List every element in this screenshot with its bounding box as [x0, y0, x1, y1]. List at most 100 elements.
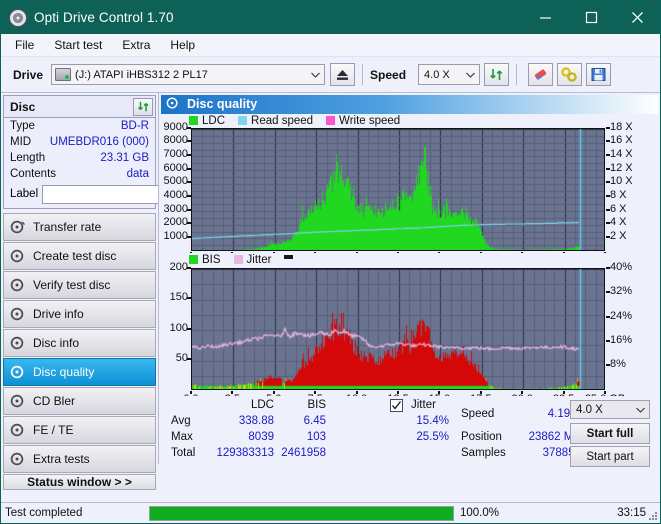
- tools-button[interactable]: [557, 63, 583, 86]
- disc-icon: [10, 393, 26, 409]
- sidebar-item-disc-quality[interactable]: Disc quality: [3, 358, 156, 386]
- y-tick-label: 9000: [163, 120, 188, 133]
- sidebar-item-label: Drive info: [33, 307, 84, 321]
- sidebar-item-fe-te[interactable]: FE / TE: [3, 416, 156, 444]
- speed-select-value: 4.0 X: [424, 68, 450, 81]
- disc-icon: [10, 277, 26, 293]
- legend-swatch-read-speed: [238, 116, 248, 126]
- disc-row-mid: MID UMEBDR016 (000): [4, 134, 155, 150]
- disc-row-length: Length 23.31 GB: [4, 150, 155, 166]
- legend-swatch-write-speed: [326, 116, 336, 126]
- disc-row-length-value: 23.31 GB: [100, 152, 149, 164]
- disc-row-mid-key: MID: [10, 136, 32, 148]
- start-part-button[interactable]: Start part: [570, 446, 650, 468]
- x-tick-mark: [190, 390, 192, 394]
- start-full-button[interactable]: Start full: [570, 423, 650, 445]
- y-tick-label: 5000: [163, 175, 188, 188]
- disc-refresh-button[interactable]: [133, 97, 153, 116]
- menu-start-test[interactable]: Start test: [49, 36, 111, 55]
- menu-file[interactable]: File: [10, 36, 43, 55]
- sidebar-item-verify-test-disc[interactable]: Verify test disc: [3, 271, 156, 299]
- stats-samples-label: Samples: [461, 447, 506, 460]
- stats-bis-total: 2461958: [281, 447, 326, 460]
- status-window-button[interactable]: Status window > >: [3, 474, 156, 490]
- legend-swatch-jitter: [233, 255, 243, 265]
- y2-tick-label: 8%: [610, 358, 626, 371]
- sidebar-item-create-test-disc[interactable]: Create test disc: [3, 242, 156, 270]
- stats-speed-select[interactable]: 4.0 X: [570, 400, 650, 420]
- eject-button[interactable]: [330, 63, 356, 86]
- y2-tick-label: 16 X: [610, 134, 633, 147]
- legend-label-write-speed: Write speed: [339, 114, 401, 127]
- sidebar-item-transfer-rate[interactable]: Transfer rate: [3, 213, 156, 241]
- status-bar: Test completed 100.0% 33:15: [1, 502, 660, 523]
- y2-tick-label: 12 X: [610, 161, 633, 174]
- disc-icon: [9, 8, 27, 27]
- drive-icon: [55, 68, 72, 81]
- menu-help[interactable]: Help: [165, 36, 204, 55]
- drive-select[interactable]: (J:) ATAPI iHBS312 2 PL17: [51, 64, 326, 85]
- y-tick-label: 6000: [163, 161, 188, 174]
- disc-row-mid-value: UMEBDR016 (000): [49, 136, 149, 148]
- y-tick-label: 3000: [163, 202, 188, 215]
- chevron-down-icon: [307, 65, 324, 84]
- disc-row-type-value: BD-R: [120, 120, 149, 132]
- x-tick-mark: [438, 390, 441, 394]
- y2-tick-label: 4 X: [610, 216, 627, 229]
- sidebar-item-label: Extra tests: [33, 452, 90, 466]
- ldc-chart: LDC Read speed Write speed 1000 2000 3000 4…: [161, 113, 658, 266]
- toolbar-divider-1: [362, 64, 364, 85]
- stats-speed-label: Speed: [461, 408, 495, 421]
- disc-icon: [10, 451, 26, 467]
- legend-label-jitter: Jitter: [246, 253, 272, 266]
- disc-row-contents-key: Contents: [10, 168, 57, 180]
- sidebar-item-label: Create test disc: [33, 249, 117, 263]
- panel-header: Disc quality: [161, 95, 658, 114]
- resize-grip[interactable]: [647, 510, 658, 521]
- ldc-chart-legend: LDC Read speed Write speed: [189, 115, 400, 127]
- disc-row-contents-value: data: [126, 168, 149, 180]
- progress-bar: [149, 505, 454, 521]
- y-tick-label: 4000: [163, 189, 188, 202]
- sidebar-item-disc-info[interactable]: Disc info: [3, 329, 156, 357]
- x-tick-mark: [355, 390, 358, 394]
- x-tick-mark: [314, 390, 317, 394]
- sidebar-item-extra-tests[interactable]: Extra tests: [3, 445, 156, 473]
- y2-tick-label: 16%: [610, 333, 633, 346]
- sidebar-item-cd-bler[interactable]: CD Bler: [3, 387, 156, 415]
- y-tick-label: 2000: [163, 216, 188, 229]
- speed-select[interactable]: 4.0 X: [418, 64, 481, 85]
- x-tick-mark: [272, 390, 275, 394]
- x-tick-mark: [479, 390, 482, 394]
- save-button[interactable]: [586, 63, 612, 86]
- disc-icon: [10, 248, 26, 264]
- chevron-down-icon: [462, 65, 479, 84]
- disc-row-type-key: Type: [10, 120, 35, 132]
- y-tick-label: 8000: [163, 134, 188, 147]
- main-body: Disc Type BD-R MID UMEBDR016 (000) Lengt…: [1, 93, 660, 490]
- toolbar-divider-2: [516, 64, 518, 85]
- disc-row-contents: Contents data: [4, 166, 155, 182]
- disc-quality-icon: [166, 96, 180, 113]
- legend-label-bis: BIS: [202, 253, 221, 266]
- sidebar-item-drive-info[interactable]: Drive info: [3, 300, 156, 328]
- menu-bar: File Start test Extra Help: [1, 34, 660, 57]
- jitter-checkbox[interactable]: [390, 399, 403, 413]
- legend-swatch-bis: [189, 255, 198, 265]
- maximize-button[interactable]: [568, 1, 614, 34]
- ldc-plot-area[interactable]: [191, 127, 605, 251]
- stats-ldc-max: 8039: [248, 431, 274, 444]
- stats-position-label: Position: [461, 431, 502, 444]
- minimize-button[interactable]: [522, 1, 568, 34]
- menu-extra[interactable]: Extra: [117, 36, 159, 55]
- stats-panel: Avg Max Total LDC 338.88 8039 129383313 …: [161, 396, 658, 468]
- y2-tick-label: 2 X: [610, 230, 627, 243]
- erase-button[interactable]: [528, 63, 554, 86]
- disc-icon: [10, 335, 26, 351]
- refresh-button[interactable]: [484, 63, 510, 86]
- bis-plot-area[interactable]: [191, 267, 605, 390]
- title-bar: Opti Drive Control 1.70: [1, 1, 660, 34]
- window-title: Opti Drive Control 1.70: [34, 10, 174, 25]
- close-button[interactable]: [614, 1, 660, 34]
- sidebar-item-label: CD Bler: [33, 394, 76, 408]
